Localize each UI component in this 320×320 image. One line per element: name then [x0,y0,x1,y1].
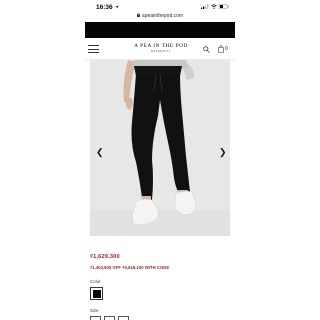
search-icon[interactable] [203,46,210,53]
phone-screen: 16:36 apeainthepod.com A PEA IN THE POD … [85,0,235,320]
brand-name: A PEA IN THE POD [134,43,188,49]
battery-icon [219,4,229,9]
bag-count: 0 [225,46,228,52]
brand-subtitle: MATERNITY [150,50,172,53]
size-options [90,316,129,320]
wifi-icon [211,4,217,9]
black-banner [85,22,235,38]
product-image[interactable]: ❮ ❯ [90,60,230,236]
size-option[interactable] [104,316,115,320]
size-option[interactable] [90,316,101,320]
hamburger-menu-icon[interactable] [88,45,99,53]
shopping-bag-icon[interactable] [218,45,224,53]
chevron-right-icon[interactable]: ❯ [219,148,227,157]
product-photo-illustration [90,60,230,236]
size-option[interactable] [118,316,129,320]
status-bar: 16:36 apeainthepod.com [85,0,235,20]
promo-text: ₫1,404,600 OFF ₫5,618,100 WITH CODE [90,265,170,270]
status-icons [201,4,229,9]
color-label: Color [90,279,101,284]
url-bar[interactable]: apeainthepod.com [85,12,235,19]
lock-icon [136,12,140,19]
status-time: 16:36 [96,4,113,11]
size-label: Size [90,308,99,313]
brand-logo[interactable]: A PEA IN THE POD MATERNITY [125,43,197,53]
location-arrow-icon [115,5,119,9]
color-swatch-black[interactable] [90,287,103,300]
signal-icon [201,4,209,9]
product-price: ₫1,629,300 [90,254,120,260]
chevron-left-icon[interactable]: ❮ [96,148,104,157]
url-text: apeainthepod.com [141,13,184,19]
site-header: A PEA IN THE POD MATERNITY 0 [85,38,235,60]
